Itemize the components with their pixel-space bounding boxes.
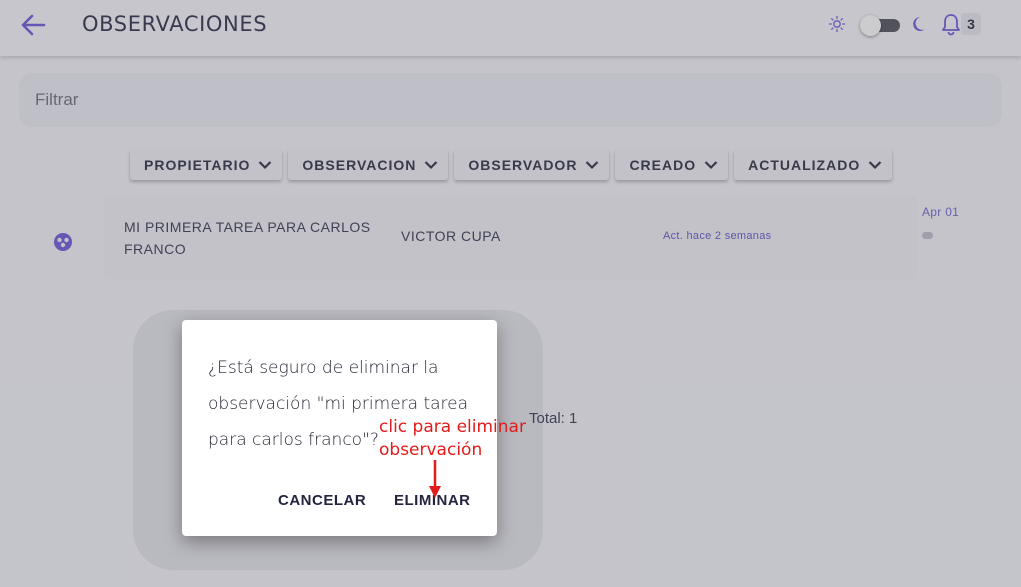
- annotation-line: observación: [379, 440, 483, 460]
- modal-backdrop[interactable]: [0, 0, 1021, 587]
- cancel-button[interactable]: CANCELAR: [278, 492, 366, 509]
- arrow-down-icon: [429, 460, 441, 498]
- annotation-text: clic para eliminar observación: [379, 416, 526, 462]
- annotation-line: clic para eliminar: [379, 417, 526, 437]
